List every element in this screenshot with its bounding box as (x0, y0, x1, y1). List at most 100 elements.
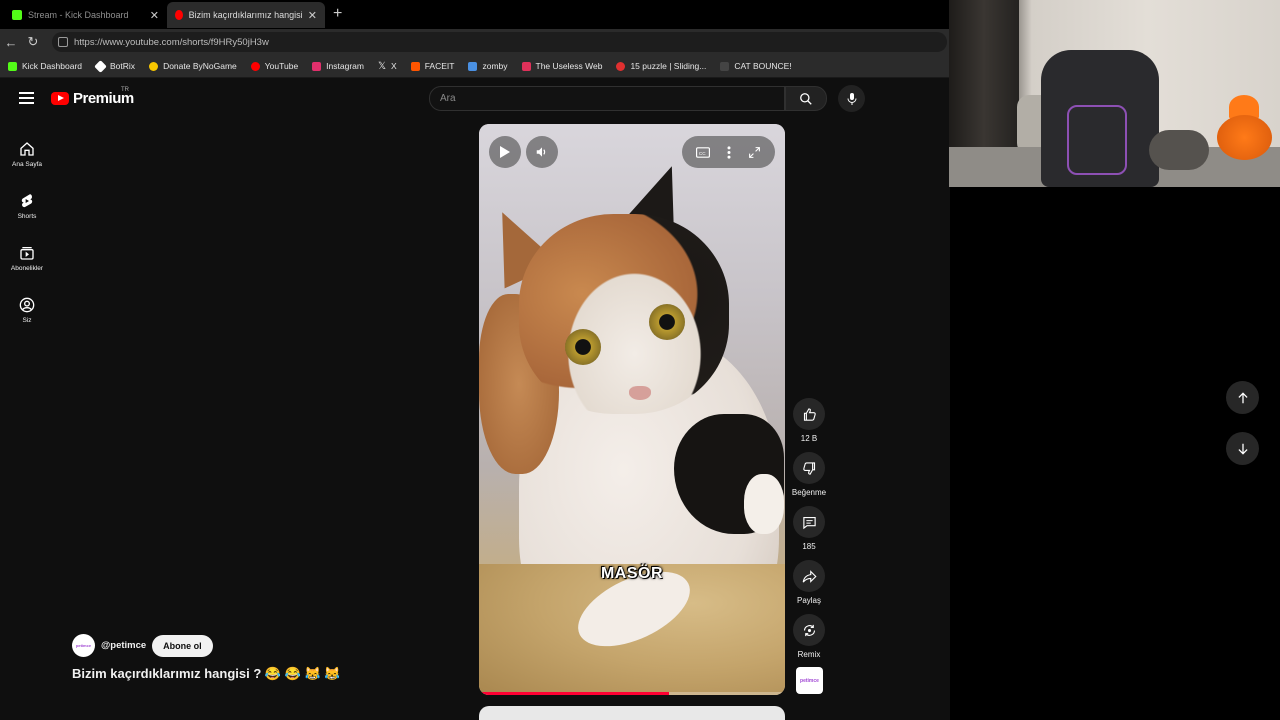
play-button[interactable] (489, 136, 521, 168)
new-tab-icon[interactable]: + (333, 5, 342, 23)
video-progress-bar[interactable] (479, 692, 785, 695)
close-tab-icon[interactable]: ✕ (308, 9, 317, 22)
remix-button[interactable] (793, 614, 825, 646)
play-icon (500, 146, 510, 158)
short-title: Bizim kaçırdıklarımız hangisi ? 😂 😂 😹 😹 (72, 666, 341, 681)
thumbs-up-icon (803, 407, 816, 421)
webcam-overlay (949, 0, 1280, 187)
youtube-play-logo-icon (51, 92, 69, 105)
search-input[interactable] (440, 93, 784, 104)
bookmark-botrix[interactable]: BotRix (94, 59, 136, 73)
bookmark-15-puzzle[interactable]: 15 puzzle | Sliding... (616, 61, 706, 71)
bookmark-label: BotRix (110, 61, 136, 71)
captions-icon[interactable]: CC (696, 146, 711, 158)
zomby-icon (468, 61, 478, 71)
bookmark-kick-dashboard[interactable]: Kick Dashboard (8, 61, 82, 71)
bookmark-youtube[interactable]: YouTube (250, 61, 299, 71)
bookmark-label: zomby (482, 61, 508, 71)
bookmark-label: Donate ByNoGame (163, 61, 237, 71)
bookmark-cat-bounce[interactable]: CAT BOUNCE! (720, 61, 792, 71)
next-short-preview[interactable] (479, 706, 785, 720)
share-action[interactable]: Paylaş (791, 560, 827, 605)
bookmark-instagram[interactable]: Instagram (312, 61, 364, 71)
shorts-icon (21, 193, 33, 207)
youtube-page: Premium TR Ana Sayfa Shorts Abonelikler … (0, 78, 950, 720)
guide-item-you[interactable]: Siz (0, 284, 54, 336)
mini-guide: Ana Sayfa Shorts Abonelikler Siz (0, 128, 54, 336)
comment-icon (802, 516, 816, 529)
cat-nose (629, 386, 651, 400)
search-button[interactable] (785, 86, 827, 111)
comments-button[interactable] (793, 506, 825, 538)
dislike-button[interactable] (793, 452, 825, 484)
kick-favicon-icon (12, 10, 22, 20)
subscriptions-icon (20, 246, 34, 260)
youtube-premium-logo[interactable]: Premium TR (51, 87, 134, 107)
bookmark-label: YouTube (264, 61, 299, 71)
subscribe-button[interactable]: Abone ol (152, 634, 213, 657)
remix-action[interactable]: Remix (791, 614, 827, 659)
fullscreen-icon[interactable] (748, 146, 761, 159)
puzzle-icon (616, 61, 626, 71)
tab-youtube-short[interactable]: Bizim kaçırdıklarımız hangisi ? 😂 😂 ✕ (167, 2, 325, 28)
guide-item-subscriptions[interactable]: Abonelikler (0, 232, 54, 284)
webcam-chair-accent (1067, 105, 1127, 175)
volume-button[interactable] (526, 136, 558, 168)
bookmark-x[interactable]: 𝕏X (378, 61, 397, 72)
bookmarks-bar: Kick Dashboard BotRix Donate ByNoGame Yo… (0, 55, 950, 78)
shorts-video-player[interactable]: MASÖR CC (479, 124, 785, 695)
player-top-controls: CC (682, 136, 775, 168)
channel-logo-thumbnail[interactable]: petimce (796, 667, 823, 694)
country-code: TR (121, 87, 129, 93)
bookmark-label: FACEIT (424, 61, 455, 71)
cat-head (519, 214, 729, 414)
search-icon (800, 92, 812, 105)
you-icon (19, 297, 35, 312)
cat-eye-right (649, 304, 685, 340)
bookmark-label: Instagram (326, 61, 364, 71)
bookmark-label: X (391, 61, 397, 71)
bookmark-donate-bynogame[interactable]: Donate ByNoGame (149, 61, 237, 71)
cat-bounce-icon (720, 61, 730, 71)
progress-fill (479, 692, 669, 695)
address-bar-row: ← ↻ https://www.youtube.com/shorts/f9HRy… (0, 29, 950, 55)
url-text: https://www.youtube.com/shorts/f9HRy50jH… (74, 36, 269, 48)
avatar[interactable]: petimce (72, 634, 95, 657)
guide-label: Abonelikler (10, 264, 44, 272)
like-action[interactable]: 12 B (791, 398, 827, 443)
comments-action[interactable]: 185 (791, 506, 827, 551)
guide-item-shorts[interactable]: Shorts (0, 180, 54, 232)
previous-short-button[interactable] (1226, 381, 1259, 414)
channel-handle[interactable]: @petimce (101, 640, 146, 651)
search-box[interactable] (429, 86, 785, 111)
more-options-icon[interactable] (727, 145, 731, 159)
cat-paw (744, 474, 784, 534)
youtube-favicon-icon (175, 10, 183, 20)
menu-icon[interactable] (19, 92, 34, 104)
bookmark-label: CAT BOUNCE! (734, 61, 792, 71)
arrow-up-icon (1237, 391, 1248, 403)
faceit-icon (410, 61, 420, 71)
share-label: Paylaş (796, 596, 821, 605)
voice-search-button[interactable] (838, 85, 865, 112)
reload-icon[interactable]: ↻ (22, 34, 44, 50)
bookmark-useless-web[interactable]: The Useless Web (521, 61, 602, 71)
url-field[interactable]: https://www.youtube.com/shorts/f9HRy50jH… (52, 32, 947, 52)
bookmark-faceit[interactable]: FACEIT (410, 61, 455, 71)
site-info-icon[interactable] (58, 37, 68, 47)
close-tab-icon[interactable]: ✕ (150, 9, 159, 22)
guide-label: Shorts (17, 212, 37, 220)
bookmark-zomby[interactable]: zomby (468, 61, 508, 71)
youtube-icon (250, 61, 260, 71)
share-button[interactable] (793, 560, 825, 592)
remix-icon (803, 624, 815, 636)
like-button[interactable] (793, 398, 825, 430)
guide-item-home[interactable]: Ana Sayfa (0, 128, 54, 180)
tab-kick-dashboard[interactable]: Stream - Kick Dashboard ✕ (4, 2, 167, 28)
useless-web-icon (521, 61, 531, 71)
arrow-down-icon (1237, 443, 1248, 455)
back-icon[interactable]: ← (0, 35, 22, 50)
comment-count: 185 (802, 542, 816, 551)
dislike-action[interactable]: Beğenme (791, 452, 827, 497)
next-short-button[interactable] (1226, 432, 1259, 465)
